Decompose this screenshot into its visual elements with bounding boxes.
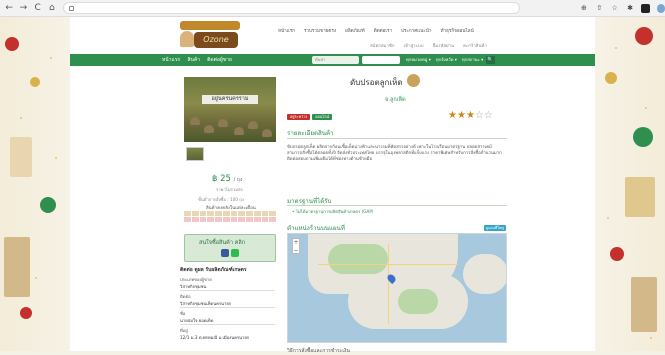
- star-icon: ☆: [474, 110, 484, 121]
- map-title: ตำแหน่งร้านบนแผนที่: [287, 225, 345, 232]
- status-badge: อยู่ระหว่าง: [287, 114, 311, 120]
- account-links: สมัครสมาชิก เข้าสู่ระบบ ลืมรหัสผ่าน ตะกร…: [370, 42, 487, 49]
- top-links: หน้าแรก รวบรวมขายตรง ผลิตภัณฑ์ ติดต่อเรา…: [278, 28, 474, 35]
- stock-title: สินค้าคงคลังในแต่ละเดือน: [206, 206, 256, 211]
- status-badge: ออนไลน์: [312, 114, 333, 120]
- share-icon[interactable]: ⇧: [595, 4, 603, 13]
- province-select[interactable]: ทุกจังหวัด ▾: [436, 56, 457, 63]
- search-input[interactable]: ค้นหา: [312, 56, 359, 64]
- ornament-icon: [5, 37, 19, 51]
- ornament-icon: [633, 127, 653, 147]
- zoom-icon[interactable]: ⊕: [580, 4, 588, 13]
- contact-value: วิสาหกิจชุมชนเห็ดนครนายก: [180, 301, 232, 306]
- top-link[interactable]: ทำธุรกิจออนไลน์: [440, 28, 473, 35]
- top-link[interactable]: ติดต่อเรา: [374, 28, 392, 35]
- name-value: นายสมใจ ยอดเห็ด: [180, 318, 214, 323]
- search-button[interactable]: 🔍: [486, 56, 495, 64]
- ornament-icon: [635, 27, 653, 45]
- ornament-icon: [610, 247, 624, 261]
- cart-link[interactable]: ตะกร้าสินค้า: [463, 42, 487, 49]
- back-icon[interactable]: ←: [4, 3, 14, 14]
- category-select[interactable]: ทุกหมวดหมู่ ▾: [406, 56, 431, 63]
- forgot-password-link[interactable]: ลืมรหัสผ่าน: [433, 42, 455, 49]
- browser-toolbar: ← → C ⌂ ⊕ ⇧ ☆ ✱: [0, 0, 665, 17]
- star-icon: ☆: [483, 110, 493, 121]
- image-caption: อยู่นครนครราม: [202, 95, 258, 104]
- stock-months: [184, 211, 276, 216]
- decorative-border-left: [0, 17, 70, 351]
- main-content: อยู่นครนครราม ฿ 25 / ถุง ราคาไม่รวมส่ง ข…: [70, 66, 595, 354]
- ornament-icon: [40, 197, 56, 213]
- map-zoom-control[interactable]: + −: [292, 238, 300, 254]
- ornament-icon: [30, 77, 40, 87]
- lock-icon: [69, 5, 74, 11]
- reload-icon[interactable]: C: [33, 3, 43, 14]
- contact-seller-button[interactable]: สนใจซื้อสินค้า คลิก: [184, 234, 276, 262]
- ornament-icon: [605, 72, 617, 84]
- site-header: Ozone หน้าแรก รวบรวมขายตรง ผลิตภัณฑ์ ติด…: [70, 17, 595, 54]
- view-map-button[interactable]: ดูแผนที่ใหญ่: [484, 225, 506, 231]
- top-link[interactable]: ผลิตภัณฑ์: [345, 28, 365, 35]
- product-thumbnail[interactable]: [186, 147, 204, 161]
- decorative-border-right: [595, 17, 665, 351]
- sidebar-icon[interactable]: [641, 3, 650, 13]
- name-label: ชื่อ: [180, 311, 186, 316]
- store-map[interactable]: + −: [287, 233, 507, 343]
- address-value: 12/1 ม.3 ต.พรหมณี อ.เมืองนครนายก: [180, 335, 250, 340]
- product-image[interactable]: อยู่นครนครราม: [184, 77, 276, 142]
- top-link[interactable]: รวบรวมขายตรง: [304, 28, 336, 35]
- product-title: ดับปรอตลูกเห็ด: [350, 78, 403, 87]
- site-logo[interactable]: Ozone: [180, 21, 240, 49]
- status-select[interactable]: ทุกสถานะ ▾: [462, 56, 483, 63]
- details-text: ขับปรอตลูกเห็ด ผลิตจากก้อนเชื้อเห็ดนางฟ้…: [287, 145, 502, 163]
- stock-availability: [184, 217, 276, 222]
- gift-icon: [4, 237, 30, 297]
- seller-avatar-icon: [407, 74, 420, 87]
- register-link[interactable]: สมัครสมาชิก: [370, 42, 395, 49]
- top-link[interactable]: ประกาศแนะนำ: [401, 28, 431, 35]
- seller-type-value: วิสาหกิจชุมชน: [180, 284, 207, 289]
- ornament-icon: [20, 307, 32, 319]
- rating-stars: ★★★☆☆: [448, 110, 493, 121]
- search-input-secondary[interactable]: [362, 56, 400, 64]
- product-tags: อยู่ระหว่าง ออนไลน์: [287, 114, 333, 120]
- mushroom-icon: [180, 31, 194, 47]
- address-label: ที่อยู่: [180, 328, 188, 333]
- facebook-icon[interactable]: [221, 249, 229, 257]
- top-link[interactable]: หน้าแรก: [278, 28, 295, 35]
- gift-icon: [10, 137, 32, 177]
- gift-icon: [631, 277, 657, 332]
- nav-home[interactable]: หน้าแรก: [162, 56, 180, 64]
- seller-type-label: ประเภทของผู้ขาย: [180, 277, 212, 282]
- star-icon: ★: [448, 110, 457, 121]
- product-price: ฿ 25 / ถุง: [212, 174, 243, 184]
- profile-icon[interactable]: [656, 3, 665, 13]
- puzzle-icon[interactable]: ✱: [626, 4, 634, 13]
- main-navbar: หน้าแรก สินค้า ติดต่อผู้ขาย ค้นหา ทุกหมว…: [70, 54, 595, 66]
- product-location: จ.ลูกเห็ด: [385, 97, 406, 103]
- order-payment-title: วิธีการสั่งซื้อและการชำระเงิน: [287, 348, 350, 354]
- price-note: ราคาไม่รวมส่ง: [216, 187, 243, 192]
- min-order: ขั้นต่ำการสั่งซื้อ : 100 ถุง: [198, 197, 244, 202]
- forward-icon[interactable]: →: [18, 3, 28, 14]
- nav-products[interactable]: สินค้า: [187, 56, 200, 64]
- star-icon: ★: [456, 110, 466, 121]
- standard-item: • ไม่ได้มาตรฐานการผลิตสินค้าเกษตร (GAP): [292, 209, 374, 214]
- home-icon[interactable]: ⌂: [47, 3, 57, 14]
- gift-icon: [625, 177, 655, 217]
- star-icon[interactable]: ☆: [611, 4, 619, 13]
- contact-label: ติดต่อ: [180, 294, 191, 299]
- details-title: รายละเอียดสินค้า: [287, 130, 334, 137]
- address-bar[interactable]: [63, 2, 520, 14]
- login-link[interactable]: เข้าสู่ระบบ: [404, 42, 424, 49]
- line-icon[interactable]: [231, 249, 239, 257]
- contact-title: ติดต่อ ดูผล รับผลิตภัณฑ์เกษตร: [180, 267, 247, 273]
- star-icon: ★: [465, 110, 475, 121]
- nav-contact[interactable]: ติดต่อผู้ขาย: [207, 56, 232, 64]
